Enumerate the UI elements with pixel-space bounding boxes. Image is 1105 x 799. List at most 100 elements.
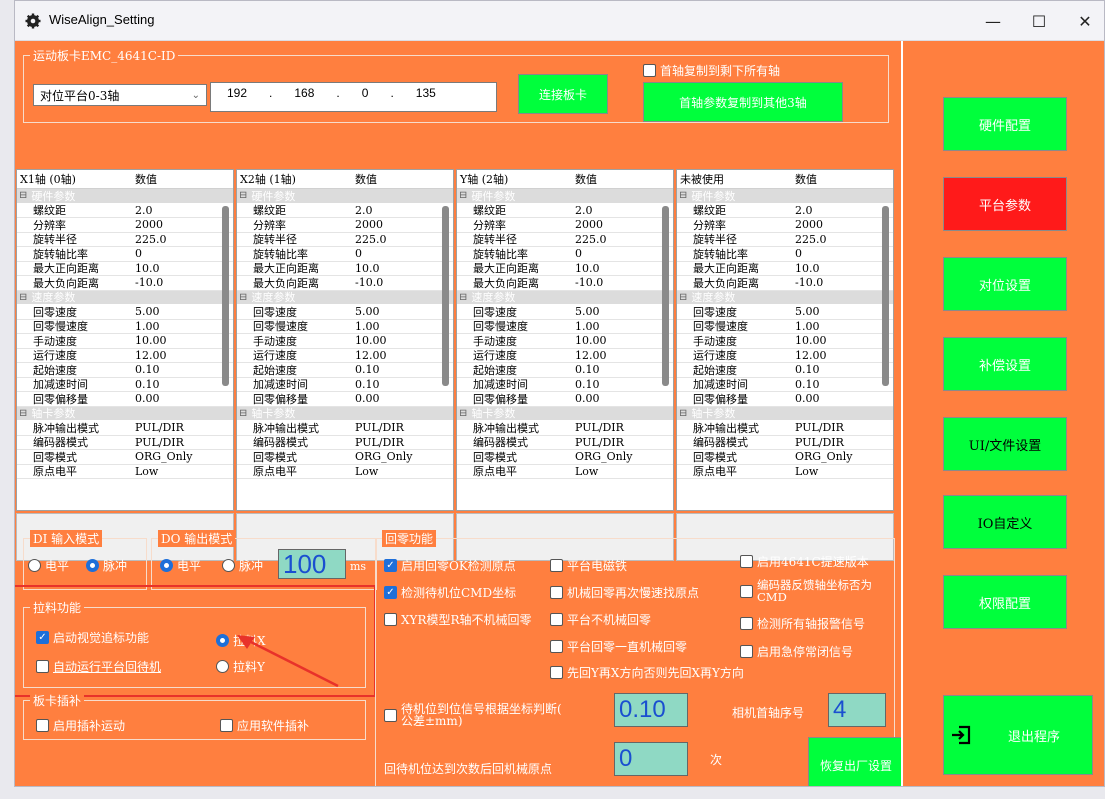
param-value[interactable]: 12.00 [355,349,429,362]
di-pulse-radio[interactable]: 脉冲 [86,557,127,574]
side-nav-button[interactable]: 补偿设置 [943,337,1067,391]
no-mech-home-checkbox[interactable]: 平台不机械回零 [550,611,651,628]
param-row[interactable]: 原点电平 Low [17,465,233,479]
param-value[interactable]: PUL/DIR [575,436,649,449]
param-row[interactable]: 原点电平 Low [457,465,673,479]
param-value[interactable]: 2.0 [575,204,649,217]
scrollbar-thumb[interactable] [222,206,229,386]
param-value[interactable]: PUL/DIR [795,421,869,434]
param-value[interactable]: PUL/DIR [795,436,869,449]
enable-interp-checkbox[interactable]: 启用插补运动 [36,717,125,734]
param-value[interactable]: 12.00 [135,349,209,362]
param-value[interactable]: 2000 [795,218,869,231]
param-value[interactable]: Low [355,465,429,478]
param-value[interactable]: 12.00 [575,349,649,362]
param-value[interactable]: 1.00 [135,320,209,333]
param-value[interactable]: 10.00 [795,334,869,347]
param-value[interactable]: 0.00 [355,392,429,405]
software-interp-checkbox[interactable]: 应用软件插补 [220,717,309,734]
side-nav-button[interactable]: IO自定义 [943,495,1067,549]
param-value[interactable]: ORG_Only [795,450,869,463]
copy-first-axis-checkbox[interactable]: 首轴复制到剩下所有轴 [643,62,780,79]
param-value[interactable]: 2000 [355,218,429,231]
param-value[interactable]: 1.00 [575,320,649,333]
param-value[interactable]: 2.0 [795,204,869,217]
home-ok-checkbox[interactable]: ✓ 启用回零OK检测原点 [384,557,516,574]
param-value[interactable]: 0.10 [355,378,429,391]
param-value[interactable]: 2.0 [355,204,429,217]
param-value[interactable]: ORG_Only [355,450,429,463]
ip-address-input[interactable]: 192 . 168 . 0 . 135 [210,82,497,112]
return-count-input[interactable]: 0 [614,742,688,776]
param-value[interactable]: 0.10 [135,363,209,376]
y-first-home-checkbox[interactable]: 先回Y再X方向否则先回X再Y方向 [550,664,744,681]
param-value[interactable]: PUL/DIR [135,421,209,434]
vision-track-checkbox[interactable]: ✓ 启动视觉追标功能 [36,629,149,646]
param-value[interactable]: 0.00 [135,392,209,405]
param-value[interactable]: -10.0 [575,276,649,289]
param-value[interactable]: ORG_Only [575,450,649,463]
param-value[interactable]: -10.0 [135,276,209,289]
slow-home-checkbox[interactable]: 机械回零再次慢速找原点 [550,584,699,601]
param-value[interactable]: 10.00 [575,334,649,347]
param-value[interactable]: 225.0 [575,233,649,246]
param-value[interactable]: 1.00 [355,320,429,333]
side-nav-button[interactable]: 平台参数 [943,177,1067,231]
param-value[interactable]: PUL/DIR [575,421,649,434]
always-mech-home-checkbox[interactable]: 平台回零一直机械回零 [550,638,687,655]
auto-return-checkbox[interactable]: 自动运行平台回待机 [36,658,161,675]
param-value[interactable]: ORG_Only [135,450,209,463]
param-value[interactable]: Low [795,465,869,478]
param-value[interactable]: 0.10 [135,378,209,391]
camera-axis-input[interactable]: 4 [828,693,886,727]
scrollbar-thumb[interactable] [882,206,889,386]
axis-param-grid[interactable]: 未被使用 数值 ⊟ 硬件参数 螺纹距 2.0 分辨率 2000 旋转半径 225.0 旋转轴比率 0 最… [676,169,894,511]
axis-alarm-checkbox[interactable]: 检测所有轴报警信号 [740,615,865,632]
param-value[interactable]: 10.0 [795,262,869,275]
exit-button[interactable]: 退出程序 [943,695,1093,775]
param-value[interactable]: PUL/DIR [135,436,209,449]
param-value[interactable]: -10.0 [795,276,869,289]
param-row[interactable]: 原点电平 Low [677,465,893,479]
close-button[interactable]: ✕ [1062,1,1104,41]
param-value[interactable]: 225.0 [135,233,209,246]
speedup-version-checkbox[interactable]: 启用4641C提速版本 [740,553,869,570]
axis-param-grid[interactable]: X2轴 (1轴) 数值 ⊟ 硬件参数 螺纹距 2.0 分辨率 2000 旋转半径 225.0 旋转轴… [236,169,454,511]
param-value[interactable]: 0.10 [575,378,649,391]
param-value[interactable]: 225.0 [795,233,869,246]
param-value[interactable]: 2000 [135,218,209,231]
param-value[interactable]: PUL/DIR [355,421,429,434]
do-pulse-radio[interactable]: 脉冲 [222,557,263,574]
param-value[interactable]: 10.0 [355,262,429,275]
side-nav-button[interactable]: UI/文件设置 [943,417,1067,471]
param-value[interactable]: 2.0 [135,204,209,217]
param-value[interactable]: 2000 [575,218,649,231]
param-value[interactable]: 0.00 [575,392,649,405]
param-value[interactable]: 10.0 [135,262,209,275]
do-level-radio[interactable]: 电平 [160,557,201,574]
maximize-button[interactable]: ☐ [1016,1,1062,41]
param-value[interactable]: 0.10 [795,363,869,376]
param-value[interactable]: 0 [355,247,429,260]
xyr-r-axis-checkbox[interactable]: XYR模型R轴不机械回零 [384,611,532,628]
param-value[interactable]: 0.10 [355,363,429,376]
side-nav-button[interactable]: 权限配置 [943,575,1067,629]
param-value[interactable]: 0.10 [575,363,649,376]
param-value[interactable]: 10.0 [575,262,649,275]
copy-params-button[interactable]: 首轴参数复制到其他3轴 [643,82,843,122]
estop-nc-checkbox[interactable]: 启用急停常闭信号 [740,643,853,660]
side-nav-button[interactable]: 硬件配置 [943,97,1067,151]
param-value[interactable]: 12.00 [795,349,869,362]
param-value[interactable]: 10.00 [355,334,429,347]
param-value[interactable]: 5.00 [575,305,649,318]
param-value[interactable]: -10.0 [355,276,429,289]
electromagnet-checkbox[interactable]: 平台电磁铁 [550,557,627,574]
side-nav-button[interactable]: 对位设置 [943,257,1067,311]
connect-board-button[interactable]: 连接板卡 [518,74,608,114]
param-value[interactable]: 0 [135,247,209,260]
param-value[interactable]: 225.0 [355,233,429,246]
standby-tolerance-input[interactable]: 0.10 [614,693,688,727]
do-pulse-ms-input[interactable]: 100 [278,549,346,579]
param-value[interactable]: 5.00 [795,305,869,318]
param-value[interactable]: 5.00 [355,305,429,318]
